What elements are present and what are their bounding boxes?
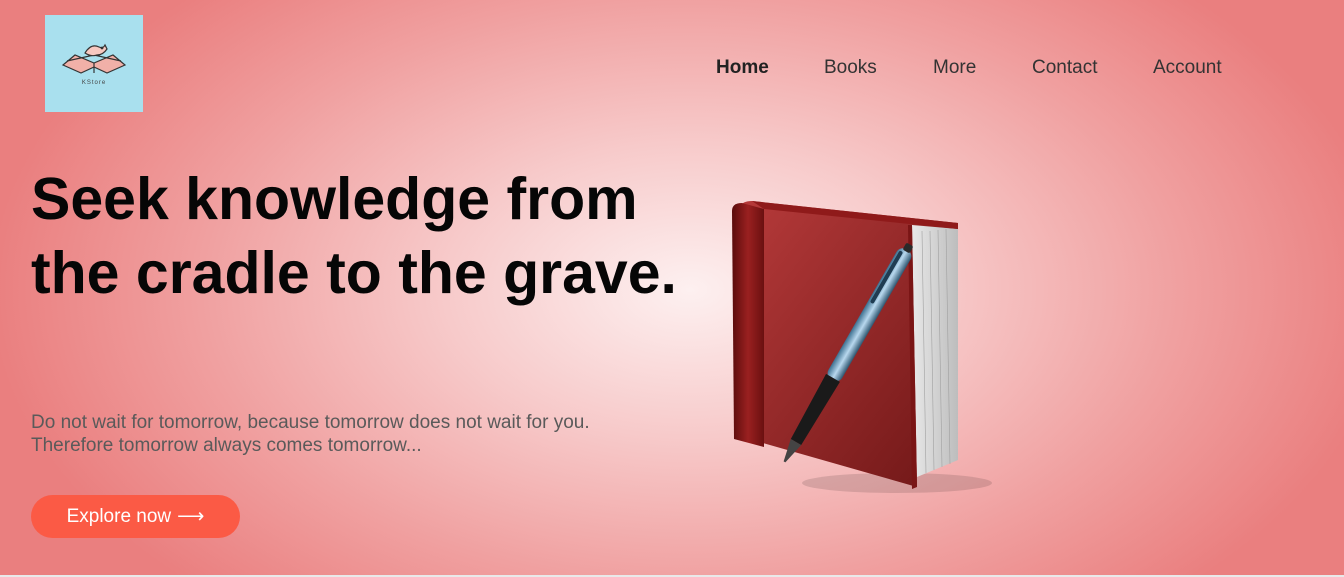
hero-title: Seek knowledge from the cradle to the gr… [31,166,677,306]
nav-books[interactable]: Books [824,57,877,79]
nav-home[interactable]: Home [716,57,769,79]
explore-now-button[interactable]: Explore now ⟶ [31,495,240,538]
explore-now-label: Explore now [66,505,172,527]
main-nav: Home Books More Contact Account [0,57,1344,81]
hero-subtitle-line1: Do not wait for tomorrow, because tomorr… [31,412,590,433]
hero-subtitle: Do not wait for tomorrow, because tomorr… [31,411,671,457]
hero-subtitle-line2: Therefore tomorrow always comes tomorrow… [31,435,422,456]
arrow-right-icon: ⟶ [177,506,205,527]
nav-account[interactable]: Account [1153,57,1222,79]
book-pen-illustration [732,201,992,493]
nav-more[interactable]: More [933,57,976,79]
nav-contact[interactable]: Contact [1032,57,1097,79]
